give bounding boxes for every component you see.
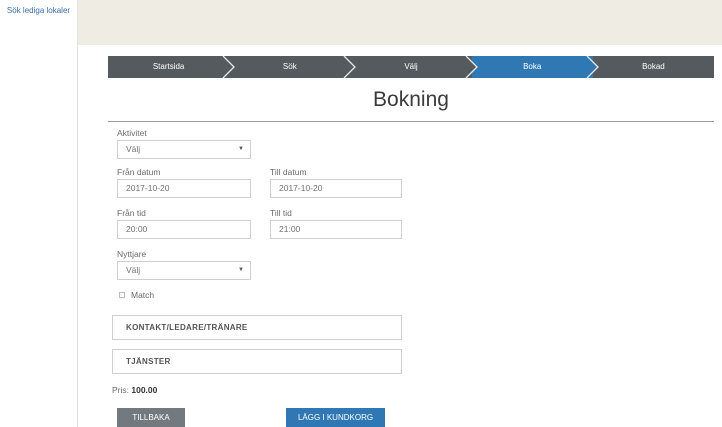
- step-startsida[interactable]: Startsida: [108, 56, 236, 78]
- from-time-value: 20:00: [126, 224, 148, 234]
- add-to-cart-button[interactable]: LÄGG I KUNDKORG: [286, 408, 385, 427]
- step-label: Bokad: [642, 62, 665, 71]
- to-time-label: Till tid: [270, 208, 292, 218]
- from-date-value: 2017-10-20: [126, 183, 170, 193]
- step-label: Välj: [404, 62, 418, 71]
- step-label: Boka: [523, 62, 542, 71]
- from-date-field[interactable]: 2017-10-20: [117, 179, 251, 198]
- step-boka[interactable]: Boka: [471, 56, 599, 78]
- user-label: Nyttjare: [117, 249, 147, 259]
- to-time-field[interactable]: 21:00: [270, 220, 402, 239]
- price-value: 100.00: [131, 385, 158, 395]
- step-bokad[interactable]: Bokad: [592, 56, 715, 78]
- activity-label: Aktivitet: [117, 128, 147, 138]
- to-date-field[interactable]: 2017-10-20: [270, 179, 402, 198]
- services-section[interactable]: TJÄNSTER: [112, 349, 402, 374]
- match-checkbox[interactable]: [119, 292, 125, 298]
- price: Pris: 100.00: [112, 385, 157, 395]
- chevron-down-icon: ▼: [238, 267, 244, 273]
- step-label: Startsida: [152, 62, 185, 71]
- activity-select[interactable]: Välj ▼: [117, 140, 251, 159]
- to-date-label: Till datum: [270, 167, 307, 177]
- from-time-field[interactable]: 20:00: [117, 220, 251, 239]
- top-banner: [78, 0, 722, 45]
- page-title: Bokning: [373, 88, 449, 111]
- step-valj[interactable]: Välj: [350, 56, 478, 78]
- booking-steps: Startsida Sök Välj Boka Bokad: [108, 56, 715, 78]
- back-button[interactable]: TILLBAKA: [117, 408, 185, 427]
- sidebar-link-search-rooms[interactable]: Sök lediga lokaler: [0, 0, 77, 16]
- from-time-label: Från tid: [117, 208, 146, 218]
- sidebar: Sök lediga lokaler: [0, 0, 78, 427]
- step-sok[interactable]: Sök: [229, 56, 357, 78]
- user-select-value: Välj: [126, 265, 141, 275]
- step-chevron-icon: [585, 56, 599, 78]
- title-divider: [108, 121, 714, 122]
- user-select[interactable]: Välj ▼: [117, 261, 251, 280]
- match-label: Match: [131, 290, 155, 300]
- chevron-down-icon: ▼: [238, 146, 244, 152]
- from-date-label: Från datum: [117, 167, 161, 177]
- activity-select-value: Välj: [126, 144, 141, 154]
- step-label: Sök: [282, 62, 297, 71]
- step-chevron-icon: [464, 56, 478, 78]
- to-date-value: 2017-10-20: [279, 183, 323, 193]
- step-chevron-icon: [222, 56, 236, 78]
- contact-section[interactable]: KONTAKT/LEDARE/TRÄNARE: [112, 315, 402, 340]
- price-label: Pris:: [112, 385, 129, 395]
- to-time-value: 21:00: [279, 224, 301, 234]
- step-chevron-icon: [343, 56, 357, 78]
